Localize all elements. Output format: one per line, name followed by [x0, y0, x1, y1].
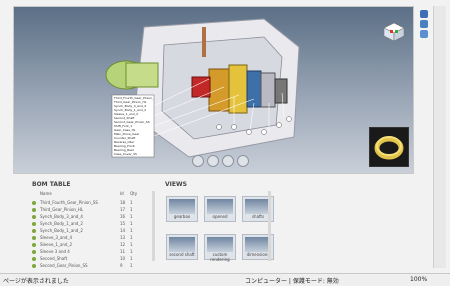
- annotation-item: Case_Cover_SS: [114, 152, 137, 156]
- part-id: 9: [120, 263, 123, 268]
- part-qty: 1: [130, 214, 133, 219]
- part-id: 16: [120, 214, 126, 219]
- view-thumbnail[interactable]: custom rendering: [204, 234, 236, 262]
- right-toolbar: [418, 6, 430, 266]
- part-icon: [32, 215, 36, 219]
- table-row[interactable]: Third_Gear_Pinion_HL 17 1: [30, 206, 152, 213]
- inset-ring-thumbnail[interactable]: [369, 127, 409, 167]
- view-button-4[interactable]: [237, 155, 249, 167]
- gearbox-model: [105, 18, 300, 158]
- status-text: ページが表示されました: [3, 278, 69, 285]
- security-zone[interactable]: コンピューター | 保護モード: 無効: [245, 276, 339, 285]
- part-id: 18: [120, 200, 126, 205]
- part-name: Synch_Body_1_and_2: [40, 221, 83, 226]
- part-qty: 1: [130, 263, 133, 268]
- output-shaft: [274, 78, 288, 104]
- part-name: Sleeve_3_and_4: [40, 235, 73, 240]
- part-icon: [32, 201, 36, 205]
- part-icon: [32, 257, 36, 261]
- part-name: Sleeve_1_and_2: [40, 242, 73, 247]
- gold-ring-icon: [374, 136, 404, 160]
- part-id: 10: [120, 256, 126, 261]
- view-preview-image: [207, 199, 233, 214]
- views-title: VIEWS: [165, 181, 187, 188]
- view-label: second shaft: [169, 252, 195, 257]
- table-row[interactable]: Synch_Body_1_and_2 15 1: [30, 220, 152, 227]
- view-thumbnail[interactable]: opened: [204, 196, 236, 222]
- view-label: gearbox: [173, 214, 191, 219]
- bom-header-id: Id: [120, 191, 124, 196]
- bom-header-qty: Qty: [130, 191, 138, 196]
- view-button-2[interactable]: [207, 155, 219, 167]
- view-icon[interactable]: [420, 30, 428, 38]
- input-shaft-body: [125, 62, 159, 88]
- view-preview-image: [207, 237, 233, 252]
- part-qty: 1: [130, 242, 133, 247]
- part-qty: 1: [130, 235, 133, 240]
- part-name: Second_Gear_Pinion_SS: [40, 263, 88, 268]
- view-thumbnail[interactable]: gearbox: [166, 196, 198, 222]
- part-id: 12: [120, 242, 126, 247]
- home-icon[interactable]: [420, 10, 428, 18]
- part-icon: [32, 243, 36, 247]
- part-id: 11: [120, 249, 126, 254]
- part-qty: 1: [130, 200, 133, 205]
- table-row[interactable]: Sleeve_1_and_2 12 1: [30, 241, 152, 248]
- part-name: Second_Shaft: [40, 256, 68, 261]
- bom-scrollbar[interactable]: [152, 191, 155, 261]
- settings-icon[interactable]: [420, 20, 428, 28]
- shift-lever: [202, 27, 206, 57]
- part-name: Sleeve 3 and 4: [40, 249, 70, 254]
- table-row[interactable]: Synch_Body_1_and_2 14 1: [30, 227, 152, 234]
- bom-title: BOM TABLE: [32, 181, 71, 188]
- part-qty: 1: [130, 228, 133, 233]
- table-row[interactable]: Synch_Body_3_and_4 16 1: [30, 213, 152, 220]
- part-id: 14: [120, 228, 126, 233]
- bom-header-name: Name: [40, 191, 52, 196]
- navigation-cube-icon[interactable]: [381, 21, 407, 43]
- zoom-level[interactable]: 100%: [410, 276, 427, 283]
- part-qty: 1: [130, 207, 133, 212]
- part-icon: [32, 264, 36, 268]
- part-icon: [32, 208, 36, 212]
- gear-4: [260, 72, 276, 108]
- part-id: 17: [120, 207, 126, 212]
- page-scrollbar[interactable]: [433, 6, 446, 268]
- 3d-viewport[interactable]: Third_Fourth_Gear_Pinion_SSThird_Gear_Pi…: [13, 6, 414, 174]
- part-qty: 1: [130, 249, 133, 254]
- part-qty: 1: [130, 256, 133, 261]
- view-label: opened: [212, 214, 228, 219]
- browser-window: Third_Fourth_Gear_Pinion_SSThird_Gear_Pi…: [0, 0, 450, 286]
- part-icon: [32, 229, 36, 233]
- table-row[interactable]: Second_Gear_Pinion_SS 9 1: [30, 262, 152, 269]
- annotation-list: Third_Fourth_Gear_Pinion_SSThird_Gear_Pi…: [113, 96, 153, 156]
- part-icon: [32, 236, 36, 240]
- table-row[interactable]: Sleeve_3_and_4 13 1: [30, 234, 152, 241]
- view-thumbnail[interactable]: second shaft: [166, 234, 198, 260]
- gear-3: [246, 70, 262, 108]
- table-row[interactable]: Second_Shaft 10 1: [30, 255, 152, 262]
- part-qty: 1: [130, 221, 133, 226]
- status-bar: ページが表示されました コンピューター | 保護モード: 無効 100%: [0, 273, 450, 286]
- view-label: custom rendering: [210, 252, 230, 262]
- part-name: Third_Gear_Pinion_HL: [40, 207, 84, 212]
- table-row[interactable]: Third_Fourth_Gear_Pinion_SS 18 1: [30, 199, 152, 206]
- part-name: Synch_Body_3_and_4: [40, 214, 83, 219]
- part-name: Synch_Body_1_and_2: [40, 228, 83, 233]
- view-preview-image: [169, 237, 195, 252]
- gear-2: [228, 64, 248, 114]
- part-id: 13: [120, 235, 126, 240]
- view-preview-image: [169, 199, 195, 214]
- part-icon: [32, 250, 36, 254]
- bom-header-row: Name Id Qty: [30, 191, 152, 198]
- part-name: Third_Fourth_Gear_Pinion_SS: [40, 200, 98, 205]
- view-button-3[interactable]: [222, 155, 234, 167]
- view-button-1[interactable]: [192, 155, 204, 167]
- part-icon: [32, 222, 36, 226]
- part-id: 15: [120, 221, 126, 226]
- views-scrollbar[interactable]: [268, 191, 271, 261]
- table-row[interactable]: Sleeve 3 and 4 11 1: [30, 248, 152, 255]
